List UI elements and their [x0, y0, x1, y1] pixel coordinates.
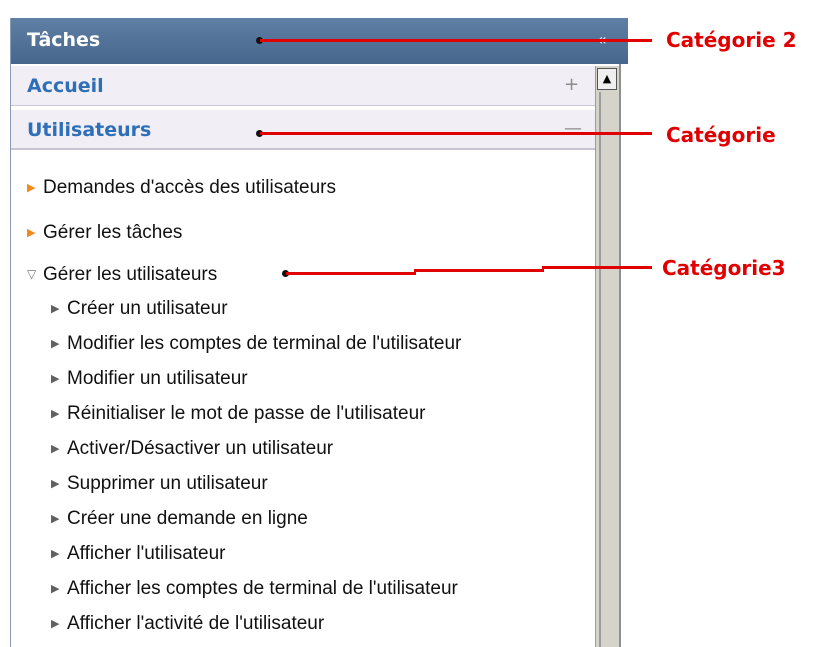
- scroll-track[interactable]: [596, 92, 620, 647]
- panel-right-border: [619, 64, 628, 647]
- tree-subitem[interactable]: ▶ Afficher l'activité de l'utilisateur: [51, 613, 324, 635]
- triangle-right-icon: ▶: [51, 548, 60, 560]
- tree-item-label: Gérer les utilisateurs: [43, 264, 218, 285]
- tree-subitem-label: Afficher les comptes de terminal de l'ut…: [67, 578, 458, 599]
- plus-icon[interactable]: +: [564, 74, 579, 95]
- tree-subitem[interactable]: ▶ Supprimer un utilisateur: [51, 473, 268, 495]
- triangle-right-orange-icon: ▶: [27, 182, 36, 194]
- annotation-line-cat: [260, 132, 652, 135]
- tree-subitem[interactable]: ▶ Afficher les comptes de terminal de l'u…: [51, 578, 458, 600]
- tree-item[interactable]: ▶ Gérer les tâches: [27, 222, 182, 244]
- tree-subitem[interactable]: ▶ Afficher l'utilisateur: [51, 543, 226, 565]
- tree-subitem-label: Supprimer un utilisateur: [67, 473, 268, 494]
- tree-subitem[interactable]: ▶ Créer un utilisateur: [51, 298, 228, 320]
- scroll-track-line: [599, 92, 601, 647]
- triangle-right-icon: ▶: [51, 338, 60, 350]
- tree-subitem[interactable]: ▶ Créer une demande en ligne: [51, 508, 308, 530]
- triangle-right-icon: ▶: [51, 478, 60, 490]
- triangle-right-icon: ▶: [51, 583, 60, 595]
- tree-item-label: Gérer les tâches: [43, 222, 183, 243]
- vertical-scrollbar[interactable]: ▲: [595, 66, 620, 647]
- tree-subitem-label: Modifier les comptes de terminal de l'ut…: [67, 333, 462, 354]
- annotation-label-cat3: Catégorie3: [662, 256, 786, 280]
- tree-subitem-label: Modifier un utilisateur: [67, 368, 248, 389]
- tree-subitem[interactable]: ▶ Modifier un utilisateur: [51, 368, 248, 390]
- section-utilisateurs[interactable]: Utilisateurs —: [11, 110, 595, 150]
- section-label: Utilisateurs: [27, 119, 152, 141]
- triangle-right-icon: ▶: [51, 618, 60, 630]
- minus-icon[interactable]: —: [564, 118, 582, 139]
- tree-subitem-label: Afficher l'utilisateur: [67, 543, 226, 564]
- tasks-panel: Tâches « Accueil + Utilisateurs — ▶Deman…: [10, 18, 628, 647]
- tree-subitem[interactable]: ▶ Activer/Désactiver un utilisateur: [51, 438, 333, 460]
- tree-subitem-label: Activer/Désactiver un utilisateur: [67, 438, 334, 459]
- triangle-right-icon: ▶: [51, 408, 60, 420]
- tree-subitem-label: Réinitialiser le mot de passe de l'utili…: [67, 403, 426, 424]
- scroll-up-arrow-icon[interactable]: ▲: [597, 68, 617, 90]
- tree-item[interactable]: ▶ Demandes d'accès des utilisateurs: [27, 177, 336, 199]
- tree-subitem[interactable]: ▶ Réinitialiser le mot de passe de l'util…: [51, 403, 425, 425]
- tree-subitem-label: Créer un utilisateur: [67, 298, 228, 319]
- section-accueil[interactable]: Accueil +: [11, 66, 595, 106]
- triangle-right-icon: ▶: [51, 303, 60, 315]
- annotation-label-cat2: Catégorie 2: [666, 28, 797, 52]
- triangle-right-icon: ▶: [51, 373, 60, 385]
- triangle-right-icon: ▶: [51, 443, 60, 455]
- panel-title: Tâches: [27, 29, 101, 51]
- triangle-right-orange-icon: ▶: [27, 227, 36, 239]
- tree-item-label: Demandes d'accès des utilisateurs: [43, 177, 336, 198]
- tree-subitem-label: Afficher l'activité de l'utilisateur: [67, 613, 325, 634]
- tree-item-expanded[interactable]: ▽ Gérer les utilisateurs: [27, 264, 217, 286]
- triangle-down-outline-icon: ▽: [27, 267, 37, 281]
- annotation-line-cat2: [260, 39, 652, 42]
- top-strip: [10, 0, 627, 18]
- tree-subitem-label: Créer une demande en ligne: [67, 508, 308, 529]
- annotation-line-cat3-c: [542, 266, 652, 269]
- section-label: Accueil: [27, 75, 104, 97]
- triangle-right-icon: ▶: [51, 513, 60, 525]
- annotation-label-cat: Catégorie: [666, 123, 776, 147]
- annotation-line-cat3-b: [414, 269, 544, 272]
- tree-subitem[interactable]: ▶ Modifier les comptes de terminal de l'u…: [51, 333, 461, 355]
- annotation-line-cat3-a: [286, 272, 416, 275]
